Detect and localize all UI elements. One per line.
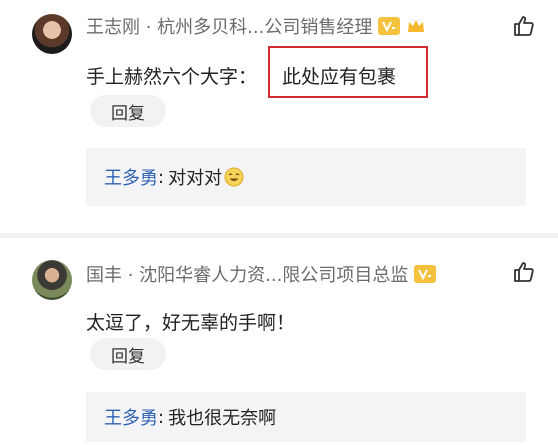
reply-box[interactable]: 王多勇 : 我也很无奈啊: [86, 392, 526, 442]
comment-header: 国丰 · 沈阳华睿人力资...限公司项目总监: [86, 261, 437, 287]
reply-separator: :: [158, 166, 165, 188]
reply-button[interactable]: 回复: [90, 338, 166, 370]
v-badge-icon: [414, 265, 437, 283]
v-badge-icon: [378, 17, 401, 35]
grinning-emoji-icon: [224, 167, 244, 187]
comment-header: 王志刚 · 杭州多贝科...公司销售经理: [86, 14, 426, 38]
highlight-text: 此处应有包裹: [282, 66, 397, 88]
comment-text: 太逗了，好无辜的手啊！: [86, 312, 296, 334]
comment-author[interactable]: 国丰 · 沈阳华睿人力资...限公司项目总监: [86, 261, 408, 287]
comment-author[interactable]: 王志刚 · 杭州多贝科...公司销售经理: [86, 13, 372, 39]
reply-author[interactable]: 王多勇: [104, 404, 158, 430]
comment-text: 手上赫然六个大字：: [86, 66, 258, 88]
crown-icon: [406, 17, 426, 35]
thumbs-up-icon[interactable]: [512, 260, 536, 284]
avatar[interactable]: [32, 14, 72, 54]
avatar[interactable]: [32, 260, 72, 300]
reply-text: 对对对: [168, 168, 223, 189]
reply-author[interactable]: 王多勇: [104, 164, 158, 190]
reply-box[interactable]: 王多勇 : 对对对: [86, 148, 526, 206]
reply-text: 我也很无奈啊: [168, 408, 277, 429]
reply-button[interactable]: 回复: [90, 95, 166, 127]
reply-separator: :: [158, 406, 165, 428]
thumbs-up-icon[interactable]: [512, 14, 536, 38]
